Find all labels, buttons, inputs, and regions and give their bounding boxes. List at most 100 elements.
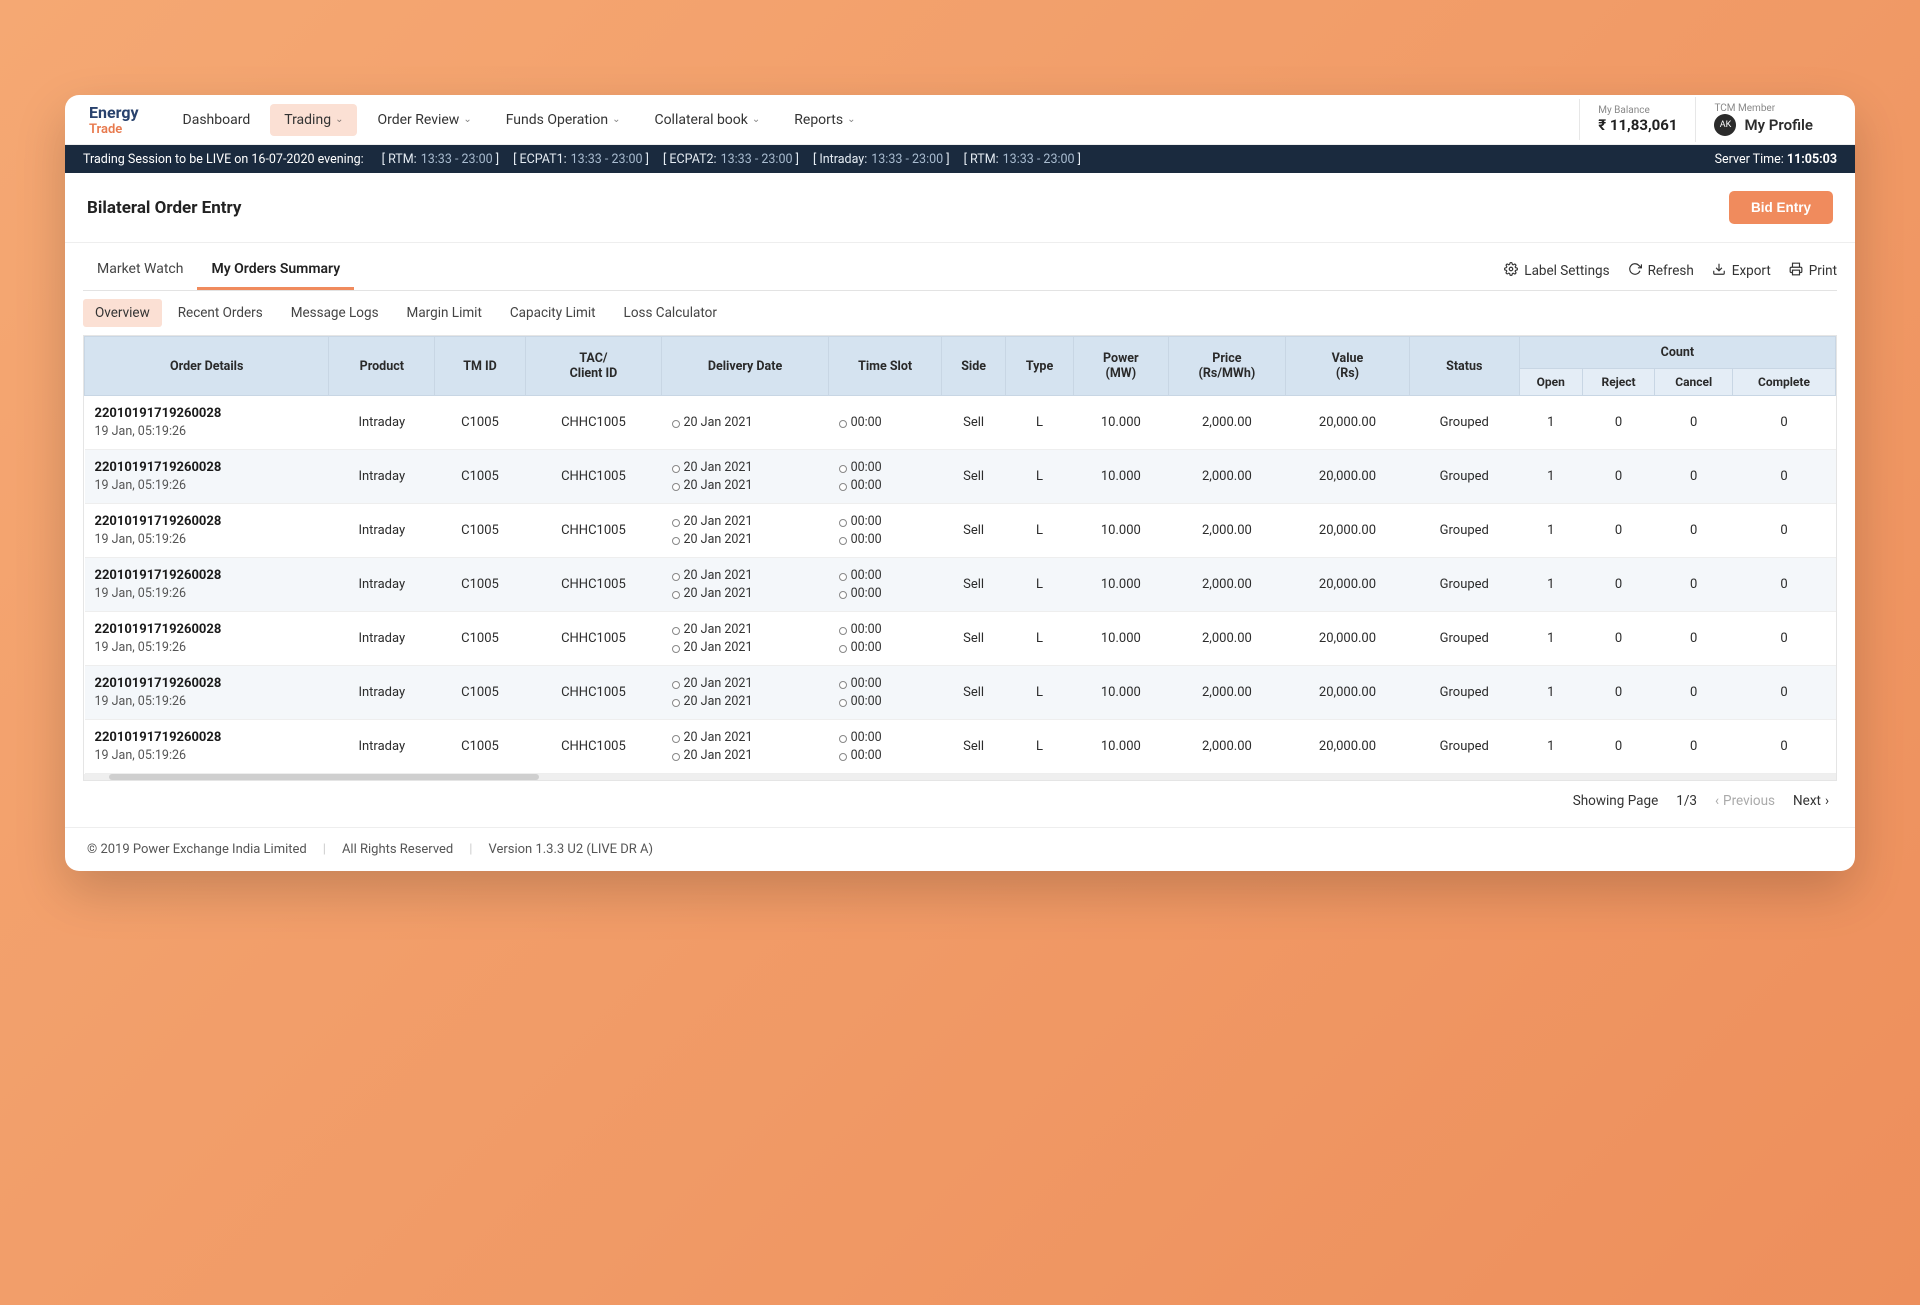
table-row[interactable]: 2201019171926002819 Jan, 05:19:26Intrada…: [85, 396, 1836, 450]
cell-status: Grouped: [1409, 612, 1519, 666]
session-message: Trading Session to be LIVE on 16-07-2020…: [83, 152, 364, 167]
nav-item-dashboard[interactable]: Dashboard: [169, 104, 265, 136]
subtab-recent-orders[interactable]: Recent Orders: [166, 299, 275, 327]
session-slot-time: 13:33 - 23:00: [571, 152, 643, 167]
col-complete: Complete: [1732, 369, 1835, 396]
cell-reject: 0: [1582, 720, 1655, 774]
cell-type: L: [1006, 666, 1074, 720]
dot-value: 00:00: [851, 532, 882, 547]
cell-reject: 0: [1582, 612, 1655, 666]
cell-cancel: 0: [1655, 558, 1733, 612]
tab-my-orders-summary[interactable]: My Orders Summary: [197, 251, 354, 290]
dot-value: 20 Jan 2021: [684, 676, 753, 691]
nav-item-funds-operation[interactable]: Funds Operation⌄: [492, 104, 635, 136]
cell-client-id: CHHC1005: [525, 720, 661, 774]
pager-prev-button[interactable]: ‹ Previous: [1715, 793, 1775, 809]
nav-item-order-review[interactable]: Order Review⌄: [363, 104, 485, 136]
cell-order-details: 2201019171926002819 Jan, 05:19:26: [85, 450, 329, 504]
table-row[interactable]: 2201019171926002819 Jan, 05:19:26Intrada…: [85, 558, 1836, 612]
scrollbar-thumb[interactable]: [109, 774, 539, 780]
subtab-margin-limit[interactable]: Margin Limit: [395, 299, 494, 327]
order-timestamp: 19 Jan, 05:19:26: [95, 748, 321, 763]
cell-delivery-date: 20 Jan 2021: [662, 396, 829, 450]
dot-value: 20 Jan 2021: [684, 640, 753, 655]
cell-power: 10.000: [1074, 612, 1168, 666]
dot-value: 20 Jan 2021: [684, 748, 753, 763]
profile-label: TCM Member: [1714, 103, 1813, 114]
cell-side: Sell: [942, 504, 1006, 558]
cell-complete: 0: [1732, 396, 1835, 450]
cell-type: L: [1006, 558, 1074, 612]
orders-table-wrap: Order Details Product TM ID TAC/ Client …: [83, 335, 1837, 781]
col-value: Value (Rs): [1286, 337, 1409, 396]
profile-box[interactable]: TCM Member AK My Profile: [1695, 97, 1831, 142]
sub-tabs: OverviewRecent OrdersMessage LogsMargin …: [83, 291, 1837, 335]
table-row[interactable]: 2201019171926002819 Jan, 05:19:26Intrada…: [85, 450, 1836, 504]
nav-item-reports[interactable]: Reports⌄: [780, 104, 869, 136]
cell-status: Grouped: [1409, 558, 1519, 612]
dot-value: 20 Jan 2021: [684, 586, 753, 601]
footer: © 2019 Power Exchange India Limited | Al…: [65, 827, 1855, 871]
print-action[interactable]: Print: [1789, 262, 1837, 280]
nav-item-trading[interactable]: Trading⌄: [270, 104, 357, 136]
cell-value: 20,000.00: [1286, 666, 1409, 720]
horizontal-scrollbar[interactable]: [84, 774, 1836, 780]
cell-complete: 0: [1732, 450, 1835, 504]
cell-tm-id: C1005: [435, 666, 526, 720]
nav-label: Dashboard: [183, 112, 251, 128]
cell-open: 1: [1519, 396, 1582, 450]
subtab-loss-calculator[interactable]: Loss Calculator: [612, 299, 729, 327]
cell-type: L: [1006, 396, 1074, 450]
order-id: 22010191719260028: [95, 730, 321, 745]
dot-value: 00:00: [851, 694, 882, 709]
session-slot-name: ECPAT1:: [519, 152, 566, 167]
nav-label: Trading: [284, 112, 331, 128]
table-row[interactable]: 2201019171926002819 Jan, 05:19:26Intrada…: [85, 720, 1836, 774]
table-row[interactable]: 2201019171926002819 Jan, 05:19:26Intrada…: [85, 504, 1836, 558]
bid-entry-button[interactable]: Bid Entry: [1729, 191, 1833, 224]
pager-next-button[interactable]: Next ›: [1793, 793, 1829, 809]
refresh-action[interactable]: Refresh: [1628, 262, 1694, 280]
nav-item-collateral-book[interactable]: Collateral book⌄: [640, 104, 774, 136]
print-icon: [1789, 262, 1803, 280]
cell-tm-id: C1005: [435, 396, 526, 450]
session-slot: ECPAT2:13:33 - 23:00: [663, 152, 799, 167]
order-id: 22010191719260028: [95, 568, 321, 583]
dot-value: 20 Jan 2021: [684, 694, 753, 709]
export-action[interactable]: Export: [1712, 262, 1771, 280]
session-bar: Trading Session to be LIVE on 16-07-2020…: [65, 145, 1855, 173]
cell-type: L: [1006, 450, 1074, 504]
order-timestamp: 19 Jan, 05:19:26: [95, 424, 321, 439]
balance-label: My Balance: [1598, 105, 1677, 116]
table-row[interactable]: 2201019171926002819 Jan, 05:19:26Intrada…: [85, 666, 1836, 720]
logo-line1: Energy: [89, 103, 139, 122]
col-open: Open: [1519, 369, 1582, 396]
subtab-capacity-limit[interactable]: Capacity Limit: [498, 299, 608, 327]
cell-tm-id: C1005: [435, 504, 526, 558]
label-settings-text: Label Settings: [1524, 263, 1609, 279]
dot-value: 00:00: [851, 568, 882, 583]
cell-tm-id: C1005: [435, 612, 526, 666]
order-id: 22010191719260028: [95, 676, 321, 691]
cell-status: Grouped: [1409, 450, 1519, 504]
cell-power: 10.000: [1074, 450, 1168, 504]
pager-page: 1/3: [1676, 793, 1697, 809]
table-row[interactable]: 2201019171926002819 Jan, 05:19:26Intrada…: [85, 612, 1836, 666]
tab-actions: Label Settings Refresh Export: [1504, 262, 1837, 280]
label-settings-action[interactable]: Label Settings: [1504, 262, 1609, 280]
cell-price: 2,000.00: [1168, 666, 1286, 720]
subtab-message-logs[interactable]: Message Logs: [279, 299, 391, 327]
cell-order-details: 22010191719260028 19 Jan, 05:19:26: [85, 720, 329, 774]
cell-reject: 0: [1582, 666, 1655, 720]
cell-client-id: CHHC1005: [525, 396, 661, 450]
cell-type: L: [1006, 720, 1074, 774]
session-slot: Intraday:13:33 - 23:00: [813, 152, 950, 167]
dot-value: 00:00: [851, 478, 882, 493]
cell-complete: 0: [1732, 720, 1835, 774]
col-price: Price (Rs/MWh): [1168, 337, 1286, 396]
tab-market-watch[interactable]: Market Watch: [83, 251, 197, 290]
dot-value: 00:00: [851, 622, 882, 637]
chevron-down-icon: ⌄: [847, 114, 855, 125]
subtab-overview[interactable]: Overview: [83, 299, 162, 327]
nav-label: Collateral book: [654, 112, 747, 128]
